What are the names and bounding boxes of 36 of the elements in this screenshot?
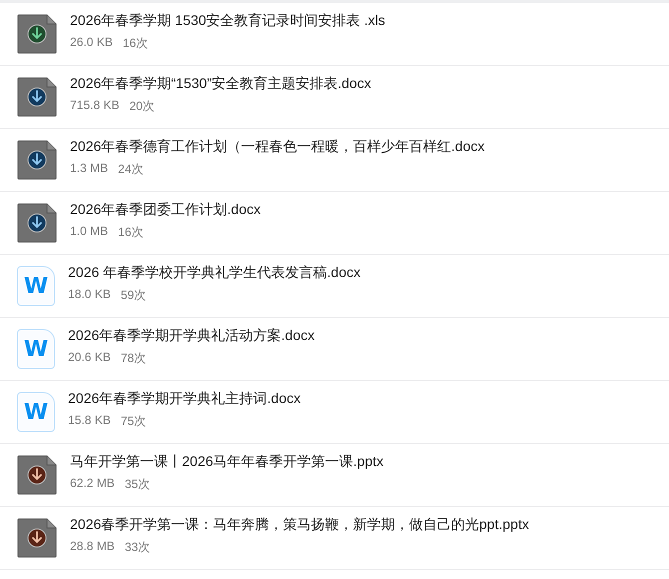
file-icon bbox=[17, 518, 57, 558]
file-icon bbox=[17, 77, 57, 117]
file-name[interactable]: 2026春季开学第一课：马年奔腾，策马扬鞭，新学期，做自己的光ppt.pptx bbox=[70, 516, 529, 534]
file-size: 26.0 KB bbox=[70, 35, 113, 51]
file-name[interactable]: 2026年春季学期“1530”安全教育主题安排表.docx bbox=[70, 75, 372, 93]
download-count: 75次 bbox=[120, 413, 146, 430]
word-file-icon: W bbox=[17, 392, 55, 432]
word-file-icon: W bbox=[17, 266, 55, 306]
file-name[interactable]: 2026年春季学期开学典礼活动方案.docx bbox=[68, 327, 315, 345]
file-name[interactable]: 2026年春季学期开学典礼主持词.docx bbox=[68, 390, 301, 408]
file-size: 18.0 KB bbox=[68, 287, 111, 303]
file-size: 1.0 MB bbox=[70, 224, 108, 240]
download-count: 78次 bbox=[120, 350, 146, 367]
file-size: 20.6 KB bbox=[68, 350, 111, 366]
file-name[interactable]: 马年开学第一课丨2026马年年春季开学第一课.pptx bbox=[70, 453, 384, 471]
word-file-icon: W bbox=[17, 329, 55, 369]
file-name[interactable]: 2026年春季学期 1530安全教育记录时间安排表 .xls bbox=[70, 12, 386, 30]
file-name[interactable]: 2026年春季团委工作计划.docx bbox=[70, 201, 261, 219]
download-count: 16次 bbox=[122, 35, 148, 52]
file-size: 15.8 KB bbox=[68, 413, 111, 429]
download-count: 33次 bbox=[124, 539, 150, 556]
file-size: 1.3 MB bbox=[70, 161, 108, 177]
download-count: 59次 bbox=[120, 287, 146, 304]
file-icon bbox=[17, 140, 57, 180]
download-count: 16次 bbox=[118, 224, 144, 241]
file-size: 62.2 MB bbox=[70, 476, 115, 492]
download-count: 20次 bbox=[129, 98, 155, 115]
download-count: 24次 bbox=[118, 161, 144, 178]
file-size: 715.8 KB bbox=[70, 98, 120, 114]
file-name[interactable]: 2026 年春季学校开学典礼学生代表发言稿.docx bbox=[68, 264, 360, 282]
file-icon bbox=[17, 14, 57, 54]
file-name[interactable]: 2026年春季德育工作计划（一程春色一程暖，百样少年百样红.docx bbox=[70, 138, 485, 156]
file-icon bbox=[17, 203, 57, 243]
file-icon bbox=[17, 455, 57, 495]
download-count: 35次 bbox=[124, 476, 150, 493]
file-size: 28.8 MB bbox=[70, 539, 115, 555]
